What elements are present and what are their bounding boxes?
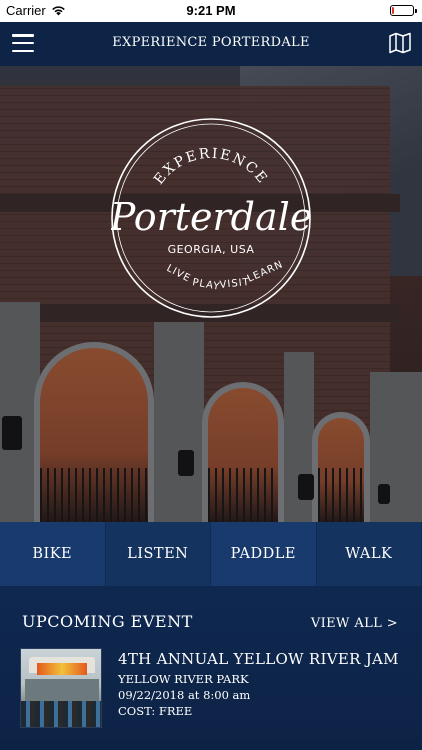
svg-text:EXPERIENCE: EXPERIENCE: [151, 146, 271, 188]
view-all-link[interactable]: VIEW ALL >: [311, 616, 398, 631]
event-venue: YELLOW RIVER PARK: [118, 672, 249, 686]
bike-button[interactable]: BIKE: [0, 522, 106, 586]
app-header: EXPERIENCE PORTERDALE: [0, 22, 422, 66]
logo-word: VISIT: [219, 277, 250, 291]
section-heading: UPCOMING EVENT: [22, 612, 193, 631]
status-time: 9:21 PM: [186, 3, 236, 18]
map-icon[interactable]: [388, 31, 412, 55]
event-card[interactable]: 4TH ANNUAL YELLOW RIVER JAM YELLOW RIVER…: [20, 648, 410, 732]
battery-icon: [390, 5, 417, 16]
paddle-button[interactable]: PADDLE: [211, 522, 317, 586]
activity-bar: BIKE LISTEN PADDLE WALK: [0, 522, 422, 586]
logo-word: PLAY: [191, 277, 221, 293]
logo-location: GEORGIA, USA: [168, 243, 255, 256]
event-datetime: 09/22/2018 at 8:00 am: [118, 688, 251, 702]
logo-word: LIVE: [165, 263, 193, 285]
event-thumbnail: [20, 648, 102, 728]
event-cost: COST: FREE: [118, 704, 193, 718]
hero-image: EXPERIENCE Porterdale GEORGIA, USA LIVE …: [0, 66, 422, 522]
listen-button[interactable]: LISTEN: [105, 522, 211, 586]
logo-script-text: Porterdale: [111, 195, 311, 239]
status-bar: Carrier 9:21 PM: [0, 0, 422, 22]
experience-porterdale-logo: EXPERIENCE Porterdale GEORGIA, USA LIVE …: [111, 118, 311, 318]
logo-word: LEARN: [246, 259, 285, 285]
event-title: 4TH ANNUAL YELLOW RIVER JAM: [118, 650, 399, 668]
page-title: EXPERIENCE PORTERDALE: [112, 35, 310, 50]
upcoming-events-section: UPCOMING EVENT VIEW ALL > 4TH ANNUAL YEL…: [0, 586, 422, 750]
walk-button[interactable]: WALK: [316, 522, 422, 586]
